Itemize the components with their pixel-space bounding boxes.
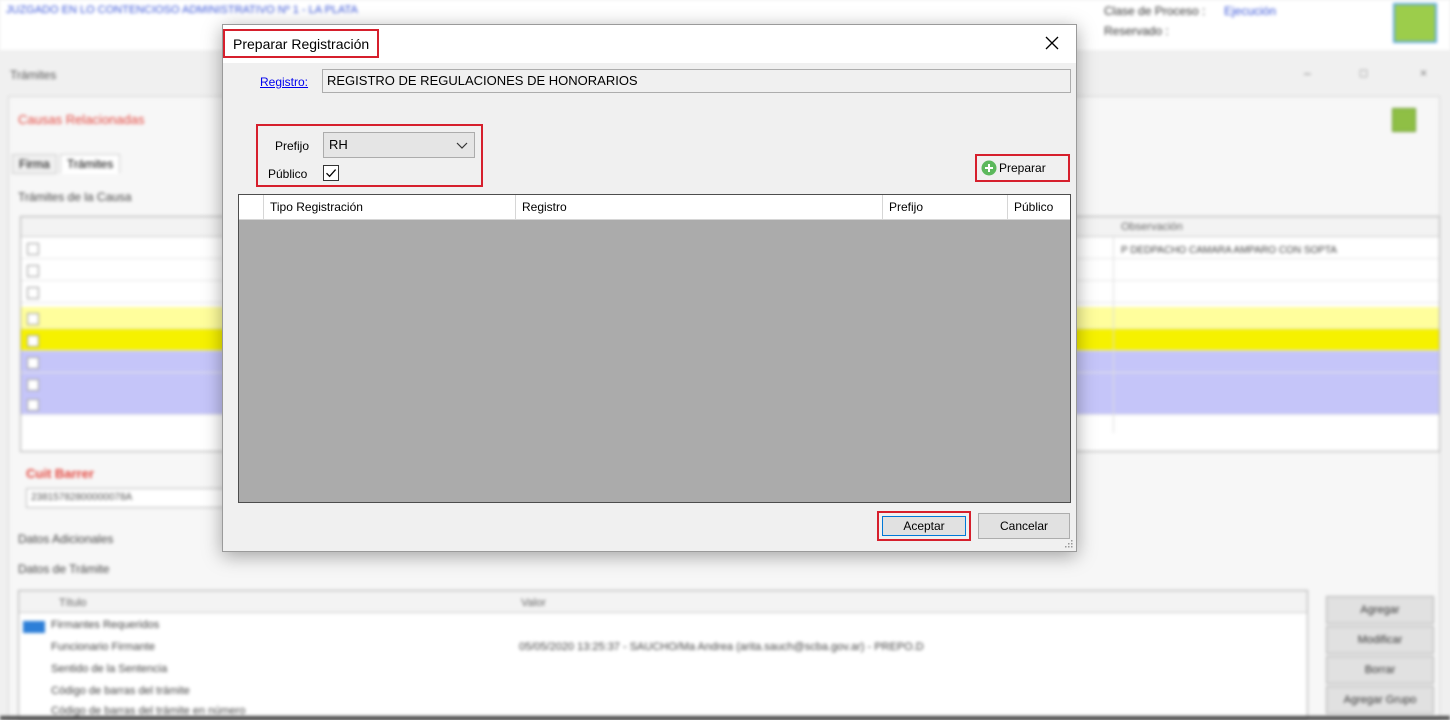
court-name: JUZGADO EN LO CONTENCIOSO ADMINISTRATIVO…	[6, 4, 358, 16]
reservado-label: Reservado :	[1104, 24, 1169, 38]
agregar-button[interactable]: Agregar	[1326, 596, 1434, 624]
window-title: Trámites	[10, 68, 57, 82]
column-header-registro[interactable]: Registro	[516, 195, 883, 219]
aceptar-button-face: Aceptar	[882, 516, 966, 536]
registraciones-grid-header: Tipo Registración Registro Prefijo Públi…	[239, 195, 1070, 220]
observacion-header: Observación	[1121, 221, 1183, 233]
preparar-button[interactable]: Preparar	[975, 154, 1070, 182]
aceptar-button[interactable]: Aceptar	[877, 511, 971, 541]
column-header-tipo-registracion[interactable]: Tipo Registración	[264, 195, 516, 219]
list-item[interactable]: Sentido de la Sentencia	[51, 663, 167, 675]
refresh-button[interactable]	[1392, 108, 1416, 132]
row-checkbox[interactable]	[27, 243, 39, 255]
row-checkbox[interactable]	[27, 357, 39, 369]
publico-label: Público	[268, 167, 308, 181]
preparar-label: Preparar	[999, 161, 1046, 175]
prefijo-label: Prefijo	[275, 139, 310, 153]
row-checkbox[interactable]	[27, 313, 39, 325]
tramites-section-header[interactable]: Trámites de la Causa	[18, 190, 132, 204]
clase-proceso-label: Clase de Proceso :	[1104, 4, 1206, 18]
taskbar-edge	[0, 716, 1450, 720]
list-item-value: 05/05/2020 13:25:37 - SAUCHO/Ma Andrea (…	[519, 641, 924, 653]
prefijo-select[interactable]: RH	[323, 132, 475, 158]
close-icon[interactable]	[1044, 35, 1060, 51]
row-checkbox[interactable]	[27, 335, 39, 347]
checkmark-icon	[326, 169, 337, 178]
column-divider	[1113, 237, 1114, 433]
datos-adicionales-header[interactable]: Datos Adicionales	[18, 532, 113, 546]
borrar-button[interactable]: Borrar	[1326, 656, 1434, 684]
tab-firma[interactable]: Firma	[12, 154, 57, 174]
row-checkbox[interactable]	[27, 265, 39, 277]
datos-tramite-header[interactable]: Datos de Trámite	[18, 562, 109, 576]
prefijo-select-value: RH	[329, 137, 348, 152]
list-item[interactable]: Funcionario Firmante	[51, 641, 155, 653]
column-header-titulo: Título	[59, 597, 87, 609]
preparar-registracion-dialog: Preparar Registración Registro: REGISTRO…	[222, 24, 1077, 552]
row-header-corner	[239, 195, 264, 219]
cancelar-label: Cancelar	[999, 519, 1049, 533]
tab-tramites[interactable]: Trámites	[60, 154, 121, 174]
prefijo-publico-group: Prefijo RH Público	[256, 124, 483, 187]
row-checkbox[interactable]	[27, 379, 39, 391]
datos-tramite-table-header: Título Valor	[19, 591, 1307, 613]
cancelar-button[interactable]: Cancelar	[978, 513, 1070, 539]
list-item[interactable]: Firmantes Requeridos	[51, 619, 159, 631]
publico-checkbox[interactable]	[323, 165, 339, 181]
chevron-down-icon	[456, 142, 468, 149]
clase-proceso-value: Ejecución	[1224, 4, 1277, 18]
dialog-titlebar: Preparar Registración	[223, 25, 1076, 63]
column-header-publico[interactable]: Público	[1008, 195, 1070, 219]
list-item[interactable]: Código de barras del trámite	[51, 685, 190, 697]
resize-grip-icon[interactable]	[1064, 539, 1073, 548]
avatar[interactable]	[1393, 3, 1437, 43]
cuit-label: Cuit Barrer	[26, 466, 94, 481]
minimize-icon[interactable]: –	[1304, 66, 1311, 80]
causas-relacionadas-label[interactable]: Causas Relacionadas	[18, 112, 144, 127]
registraciones-grid[interactable]: Tipo Registración Registro Prefijo Públi…	[238, 194, 1071, 503]
datos-tramite-table: Título Valor Firmantes Requeridos Funcio…	[18, 590, 1308, 720]
row-checkbox[interactable]	[27, 399, 39, 411]
aceptar-label: Aceptar	[903, 519, 945, 533]
dialog-title: Preparar Registración	[223, 29, 380, 58]
observacion-text: P DEDPACHO CAMARA AMPARO CON SOPTA	[1121, 245, 1337, 256]
cuit-field[interactable]: 23815782800000078A	[26, 488, 246, 508]
registro-link[interactable]: Registro:	[260, 75, 308, 89]
window-close-icon[interactable]: ×	[1420, 66, 1427, 80]
plus-circle-icon	[981, 160, 997, 176]
row-selector-icon	[23, 621, 45, 633]
registro-field: REGISTRO DE REGULACIONES DE HONORARIOS	[322, 69, 1071, 93]
column-header-valor: Valor	[521, 597, 546, 609]
modificar-button[interactable]: Modificar	[1326, 626, 1434, 654]
preparar-button-content: Preparar	[981, 159, 1046, 177]
row-checkbox[interactable]	[27, 287, 39, 299]
maximize-icon[interactable]: □	[1360, 66, 1367, 80]
agregar-grupo-button[interactable]: Agregar Grupo	[1326, 686, 1434, 714]
column-header-prefijo[interactable]: Prefijo	[883, 195, 1008, 219]
